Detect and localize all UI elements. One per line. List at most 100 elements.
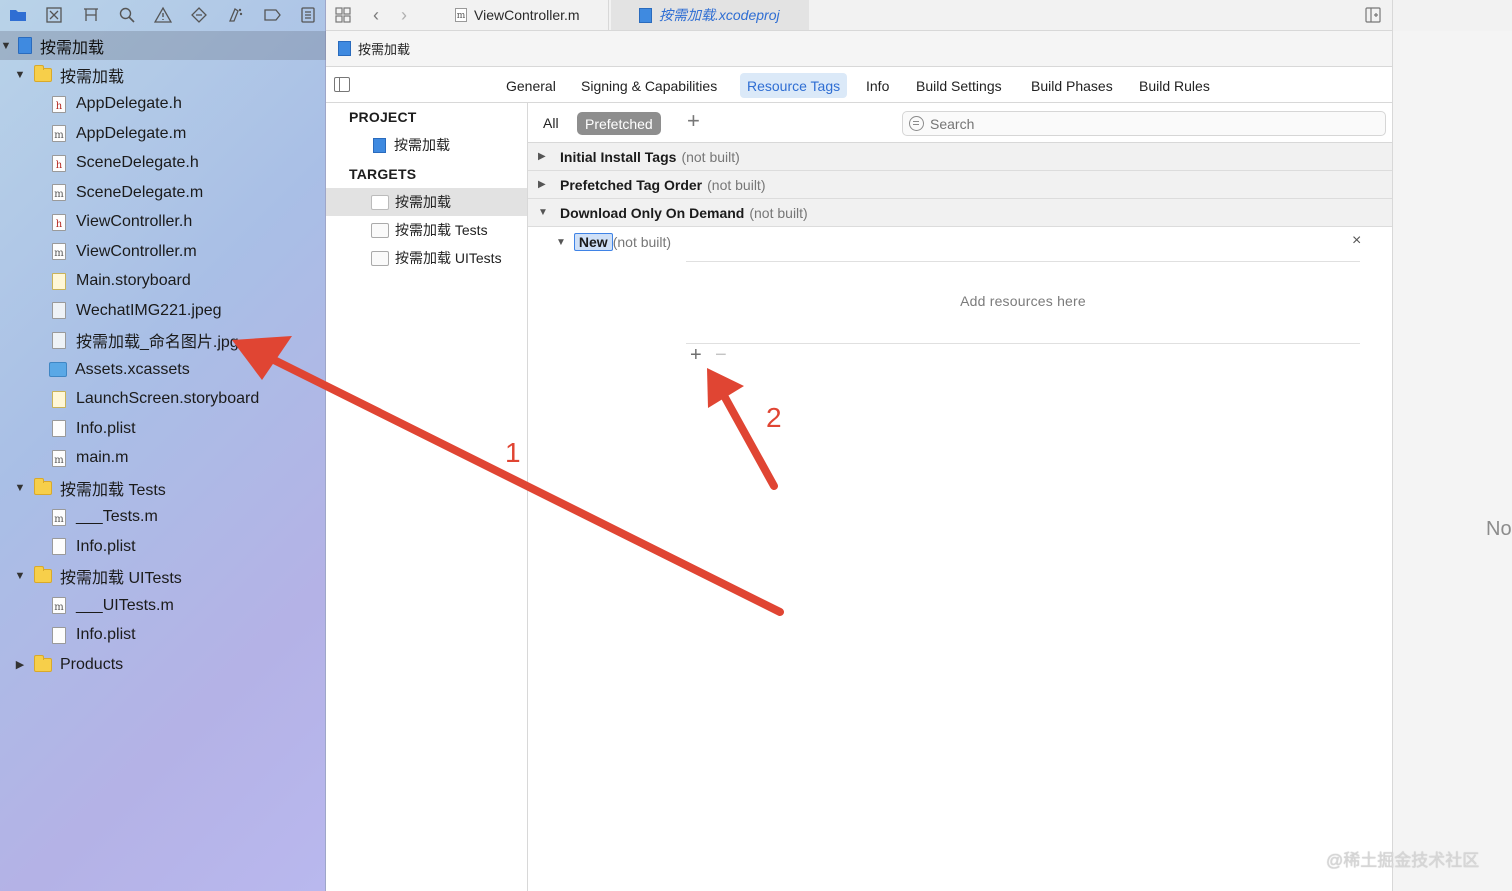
- folder-icon: [34, 566, 52, 584]
- report-icon[interactable]: [290, 0, 326, 30]
- targets-section-header: TARGETS: [349, 166, 417, 182]
- target-item-tests[interactable]: 按需加载 Tests: [326, 216, 527, 244]
- disclosure-triangle-icon[interactable]: ▶: [538, 179, 548, 190]
- issue-icon[interactable]: [145, 0, 181, 30]
- tab-viewcontroller[interactable]: m ViewController.m: [445, 0, 609, 30]
- filter-all-button[interactable]: All: [537, 112, 565, 134]
- project-item[interactable]: 按需加载: [326, 131, 527, 159]
- disclosure-triangle-icon[interactable]: ▶: [538, 151, 548, 162]
- navigator-file[interactable]: m AppDelegate.m: [0, 119, 326, 149]
- tag-name-field[interactable]: New: [573, 233, 613, 251]
- project-root-label: 按需加载: [40, 39, 105, 57]
- remove-resource-button[interactable]: −: [715, 344, 727, 367]
- disclosure-triangle-icon[interactable]: ▼: [538, 207, 548, 218]
- close-icon[interactable]: ×: [1352, 232, 1361, 250]
- folder-icon[interactable]: [0, 0, 36, 30]
- sidebar-toggle-icon[interactable]: [334, 77, 350, 92]
- disclosure-triangle-icon[interactable]: ▼: [556, 237, 566, 248]
- divider: [686, 261, 1360, 262]
- navigator-file[interactable]: Info.plist: [0, 532, 326, 562]
- target-item-uitests[interactable]: 按需加载 UITests: [326, 244, 527, 272]
- grid-icon[interactable]: [332, 0, 354, 30]
- tab-info[interactable]: Info: [859, 73, 896, 98]
- tab-build-phases[interactable]: Build Phases: [1024, 73, 1120, 98]
- symbol-icon[interactable]: [72, 0, 108, 30]
- navigator-item-label: WechatIMG221.jpeg: [76, 301, 222, 319]
- search-input[interactable]: [930, 115, 1370, 132]
- tag-row[interactable]: ▼ New (not built) ×: [528, 228, 1392, 256]
- editor-tab-bar: ‹ › m ViewController.m 按需加载.xcodeproj: [326, 0, 1392, 31]
- navigator-item-label: ___UITests.m: [76, 596, 174, 614]
- navigator-item-label: Info.plist: [76, 626, 136, 644]
- navigator-file[interactable]: m SceneDelegate.m: [0, 178, 326, 208]
- tab-general[interactable]: General: [499, 73, 563, 98]
- uitest-target-icon: [371, 250, 389, 266]
- filter-prefetched-button[interactable]: Prefetched: [577, 112, 661, 135]
- jump-bar[interactable]: 按需加载: [326, 31, 1392, 67]
- navigator-file[interactable]: LaunchScreen.storyboard: [0, 385, 326, 415]
- add-tag-button[interactable]: +: [687, 108, 700, 134]
- target-item-app[interactable]: 按需加载: [326, 188, 527, 216]
- forward-chevron-icon[interactable]: ›: [394, 0, 414, 30]
- back-chevron-icon[interactable]: ‹: [366, 0, 386, 30]
- navigator-group[interactable]: ▼ 按需加载 UITests: [0, 562, 326, 592]
- project-icon: [18, 37, 32, 54]
- disclosure-triangle-icon[interactable]: ▼: [0, 40, 12, 52]
- navigator-toolbar: [0, 0, 326, 30]
- objc-file-icon: m: [455, 8, 467, 22]
- disclosure-triangle-icon[interactable]: ▶: [14, 659, 26, 671]
- navigator-file[interactable]: Main.storyboard: [0, 267, 326, 297]
- navigator-file[interactable]: Assets.xcassets: [0, 355, 326, 385]
- disclosure-triangle-icon[interactable]: ▼: [14, 69, 26, 81]
- project-icon: [639, 7, 652, 23]
- navigator-item-label: 按需加载: [60, 68, 125, 86]
- navigator-file[interactable]: 按需加载_命名图片.jpg: [0, 326, 326, 356]
- navigator-file[interactable]: m ___Tests.m: [0, 503, 326, 533]
- navigator-file[interactable]: m ___UITests.m: [0, 591, 326, 621]
- storyboard-icon: [52, 390, 66, 408]
- debug-icon[interactable]: [217, 0, 253, 30]
- group-initial-install-tags[interactable]: ▶ Initial Install Tags (not built): [528, 143, 1392, 171]
- search-field[interactable]: [902, 111, 1386, 136]
- test-icon[interactable]: [181, 0, 217, 30]
- navigator-file[interactable]: Info.plist: [0, 621, 326, 651]
- tab-xcodeproj-label: 按需加载.xcodeproj: [659, 7, 780, 23]
- navigator-file[interactable]: h SceneDelegate.h: [0, 149, 326, 179]
- add-resource-button[interactable]: +: [690, 344, 702, 367]
- source-control-icon[interactable]: [36, 0, 72, 30]
- inspector-panel: No: [1392, 0, 1512, 891]
- navigator-group[interactable]: ▼ 按需加载: [0, 60, 326, 90]
- navigator-file[interactable]: h ViewController.h: [0, 208, 326, 238]
- tab-signing-capabilities[interactable]: Signing & Capabilities: [574, 73, 724, 98]
- tag-status: (not built): [612, 234, 672, 250]
- no-selection-label: No: [1486, 518, 1512, 540]
- navigator-group[interactable]: ▶ Products: [0, 650, 326, 680]
- group-prefetched-tag-order[interactable]: ▶ Prefetched Tag Order (not built): [528, 171, 1392, 199]
- disclosure-triangle-icon[interactable]: ▼: [14, 482, 26, 494]
- tab-resource-tags[interactable]: Resource Tags: [740, 73, 848, 98]
- find-icon[interactable]: [109, 0, 145, 30]
- navigator-item-label: ViewController.h: [76, 213, 193, 231]
- header-file-icon: h: [52, 154, 66, 172]
- navigator-file[interactable]: Info.plist: [0, 414, 326, 444]
- navigator-file[interactable]: h AppDelegate.h: [0, 90, 326, 120]
- tab-build-rules[interactable]: Build Rules: [1132, 73, 1217, 98]
- resource-tags-filter-bar: All Prefetched +: [528, 103, 1392, 143]
- navigator-file[interactable]: WechatIMG221.jpeg: [0, 296, 326, 326]
- filter-icon: [909, 116, 924, 131]
- navigator-file[interactable]: m ViewController.m: [0, 237, 326, 267]
- tab-build-settings[interactable]: Build Settings: [909, 73, 1009, 98]
- objc-file-icon: m: [52, 508, 66, 526]
- disclosure-triangle-icon[interactable]: ▼: [14, 570, 26, 582]
- project-root-row[interactable]: ▼ 按需加载: [0, 31, 326, 60]
- add-editor-icon[interactable]: [1362, 0, 1384, 30]
- tab-xcodeproj[interactable]: 按需加载.xcodeproj: [611, 0, 809, 30]
- project-section-header: PROJECT: [349, 109, 417, 125]
- header-file-icon: h: [52, 95, 66, 113]
- group-download-only-on-demand[interactable]: ▼ Download Only On Demand (not built): [528, 199, 1392, 227]
- breakpoint-icon[interactable]: [254, 0, 290, 30]
- navigator-item-label: Info.plist: [76, 537, 136, 555]
- storyboard-icon: [52, 272, 66, 290]
- navigator-group[interactable]: ▼ 按需加载 Tests: [0, 473, 326, 503]
- navigator-file[interactable]: m main.m: [0, 444, 326, 474]
